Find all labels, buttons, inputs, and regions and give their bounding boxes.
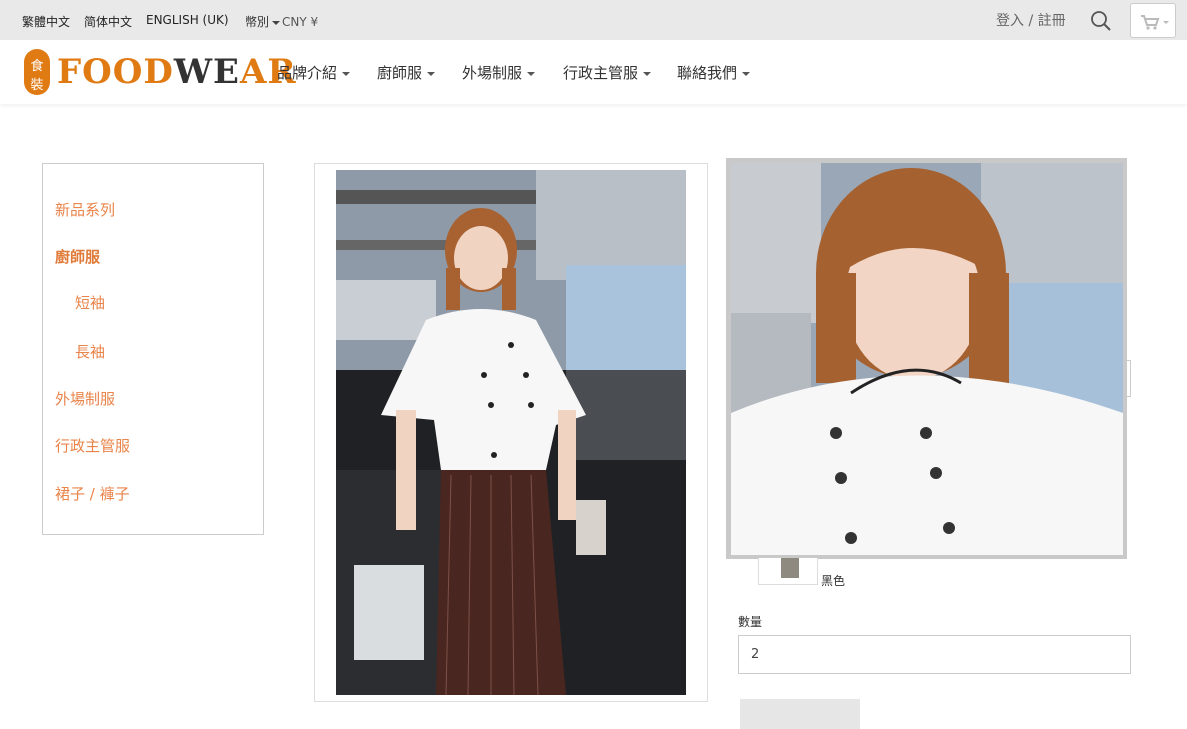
caret-down-icon [427, 71, 436, 76]
nav-front-house-uniform[interactable]: 外場制服 [462, 62, 536, 83]
main-header: 食 裝 FOODWEAR 品牌介紹 廚師服 外場制服 行政主管服 聯絡我們 [0, 40, 1187, 104]
swatch-thumbnail [781, 558, 799, 578]
sidebar-item-skirts-pants[interactable]: 裙子 / 褲子 [55, 483, 130, 504]
foodwear-logo[interactable]: 食 裝 FOODWEAR [24, 48, 296, 96]
category-sidebar: 新品系列 廚師服 短袖 長袖 外場制服 行政主管服 裙子 / 褲子 [42, 163, 264, 535]
lang-simplified-chinese[interactable]: 简体中文 [84, 13, 132, 30]
login-register-link[interactable]: 登入 / 註冊 [996, 10, 1066, 30]
sidebar-item-front-house[interactable]: 外場制服 [55, 388, 115, 409]
option-box-edge [1127, 360, 1131, 397]
shopping-cart-icon [1141, 15, 1169, 30]
caret-down-icon [643, 71, 652, 76]
logo-wordmark: FOODWEAR [57, 52, 297, 92]
currency-label: 幣別 [245, 15, 270, 29]
caret-down-icon [342, 71, 351, 76]
sidebar-item-executive[interactable]: 行政主管服 [55, 435, 130, 456]
product-photo[interactable] [336, 170, 686, 695]
nav-brand-intro[interactable]: 品牌介紹 [277, 62, 351, 83]
lang-english-uk[interactable]: ENGLISH (UK) [146, 13, 229, 27]
caret-down-icon [742, 71, 751, 76]
nav-executive-uniform[interactable]: 行政主管服 [563, 62, 652, 83]
lang-traditional-chinese[interactable]: 繁體中文 [22, 13, 70, 30]
zoom-preview-image [731, 163, 1123, 555]
search-icon[interactable] [1090, 10, 1112, 32]
currency-selector[interactable]: 幣別 CNY ¥ [245, 13, 318, 30]
seal-logo-icon: 食 裝 [24, 49, 50, 95]
nav-chef-uniform[interactable]: 廚師服 [377, 62, 436, 83]
quantity-input[interactable] [738, 635, 1131, 674]
caret-down-icon [272, 20, 281, 25]
cart-button[interactable] [1130, 3, 1176, 38]
sidebar-item-long-sleeve[interactable]: 長袖 [75, 341, 105, 362]
sidebar-item-short-sleeve[interactable]: 短袖 [75, 292, 105, 313]
quantity-label: 數量 [738, 615, 763, 629]
sidebar-item-chef-uniform[interactable]: 廚師服 [55, 246, 100, 267]
swatch-label: 黑色 [821, 574, 846, 588]
color-swatch-black[interactable] [758, 558, 818, 585]
currency-value: CNY ¥ [282, 15, 319, 29]
nav-contact-us[interactable]: 聯絡我們 [677, 62, 751, 83]
add-to-cart-button[interactable] [740, 699, 860, 729]
top-bar: 繁體中文 简体中文 ENGLISH (UK) 幣別 CNY ¥ 登入 / 註冊 [0, 0, 1187, 40]
caret-down-icon [527, 71, 536, 76]
sidebar-item-new-series[interactable]: 新品系列 [55, 199, 115, 220]
